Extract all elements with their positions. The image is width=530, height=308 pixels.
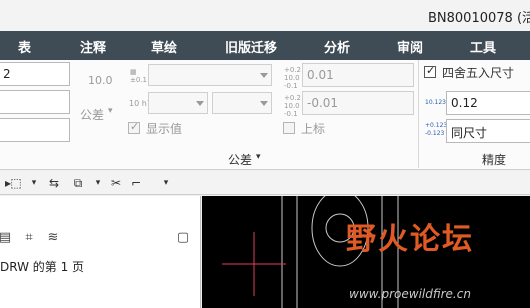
value-input-2[interactable] — [0, 90, 70, 114]
box-select-icon[interactable]: ⬚ — [8, 175, 24, 191]
title-bar: BN80010078 (活 — [0, 0, 530, 31]
tab-annotate[interactable]: 注释 — [80, 37, 106, 56]
watermark-text: 野火论坛 — [346, 222, 474, 257]
tolerance-decimal-select[interactable]: 同尺寸 — [446, 119, 530, 143]
tolerance-group-expand-icon[interactable]: ▾ — [256, 152, 261, 162]
tolerance-group-label[interactable]: 公差 — [228, 151, 252, 168]
upper-tolerance-input[interactable]: 0.01 — [302, 63, 414, 87]
superscript-checkbox[interactable] — [283, 122, 295, 134]
tolerance-mode-label[interactable]: 公差 — [80, 106, 104, 123]
hole-class-select[interactable] — [148, 92, 208, 114]
shaft-class-select[interactable] — [212, 92, 272, 114]
bracket-icon[interactable]: ⌐ — [128, 175, 144, 191]
view-icon[interactable]: ⧉ — [70, 175, 86, 191]
page-settings-icon[interactable]: ▢ — [174, 229, 192, 247]
sheet-icon[interactable]: ▤ — [0, 229, 14, 247]
break-icon[interactable]: ✂ — [108, 175, 124, 191]
tab-sketch[interactable]: 草绘 — [151, 37, 177, 56]
tolerance-decimal-icon: +0.123 -0.123 — [425, 122, 448, 137]
watermark-url: www.proewildfire.cn — [349, 287, 471, 301]
window-title: BN80010078 (活 — [428, 11, 530, 26]
view-dropdown-icon[interactable]: ▾ — [90, 175, 106, 191]
lower-tolerance-input[interactable]: -0.01 — [302, 91, 414, 115]
value-input-3[interactable] — [0, 118, 70, 142]
decimal-places-value: 0.12 — [451, 96, 478, 110]
model-tree-panel: ▤ ⌗ ≋ ▢ DRW 的第 1 页 — [0, 196, 201, 308]
tolerance-decimal-value: 同尺寸 — [451, 126, 488, 140]
group-separator — [418, 60, 419, 168]
tab-analysis[interactable]: 分析 — [324, 37, 350, 56]
tab-legacy-migration[interactable]: 旧版迁移 — [225, 37, 277, 56]
tolerance-display-icon[interactable]: 10.0 — [88, 74, 113, 87]
tolerance-mode-dropdown-icon[interactable]: ▾ — [108, 106, 113, 116]
lower-tolerance-icon: +0.2 10.0 -0.1 — [284, 94, 301, 118]
lower-tolerance-value: -0.01 — [307, 96, 339, 110]
tolerance-table-icon: ▦ ±0.1 — [130, 68, 147, 84]
show-value-checkbox[interactable]: ✓ — [128, 120, 140, 134]
frame-icon[interactable]: ⌗ — [20, 229, 38, 247]
round-dimension-checkbox[interactable]: ✓ — [424, 64, 436, 78]
decimal-places-icon: 10.123 — [425, 99, 446, 106]
decimal-places-input[interactable]: 0.12 — [446, 91, 530, 115]
value-input-text: 2 — [3, 67, 11, 81]
graphics-toolbar: ▸ ⬚ ▾ ⇆ ⧉ ▾ ✂ ⌐ ▾ — [0, 171, 530, 195]
value-input[interactable]: 2 — [0, 62, 70, 86]
ribbon-tab-bar: 表 注释 草绘 旧版迁移 分析 审阅 工具 — [0, 31, 530, 60]
superscript-label: 上标 — [301, 122, 326, 136]
round-dimension-label: 四舍五入尺寸 — [442, 66, 515, 80]
upper-tolerance-value: 0.01 — [307, 68, 334, 82]
upper-tolerance-icon: +0.2 10.0 -0.1 — [284, 66, 301, 90]
page-indicator: DRW 的第 1 页 — [0, 260, 85, 274]
tab-tools[interactable]: 工具 — [470, 37, 496, 56]
layers-icon[interactable]: ≋ — [44, 229, 62, 247]
tab-review[interactable]: 审阅 — [397, 37, 423, 56]
select-dropdown-icon[interactable]: ▾ — [26, 175, 42, 191]
ribbon-panel: 2 10.0 公差 ▾ ▦ ±0.1 10 h7 ✓ 显示值 +0.2 10.0 -0… — [0, 60, 530, 170]
show-value-label: 显示值 — [146, 122, 183, 136]
precision-group-label: 精度 — [482, 153, 507, 167]
tolerance-table-select[interactable] — [148, 64, 272, 86]
more-tools-icon[interactable]: ▾ — [158, 175, 174, 191]
tab-table[interactable]: 表 — [18, 37, 31, 56]
refresh-icon[interactable]: ⇆ — [46, 175, 62, 191]
